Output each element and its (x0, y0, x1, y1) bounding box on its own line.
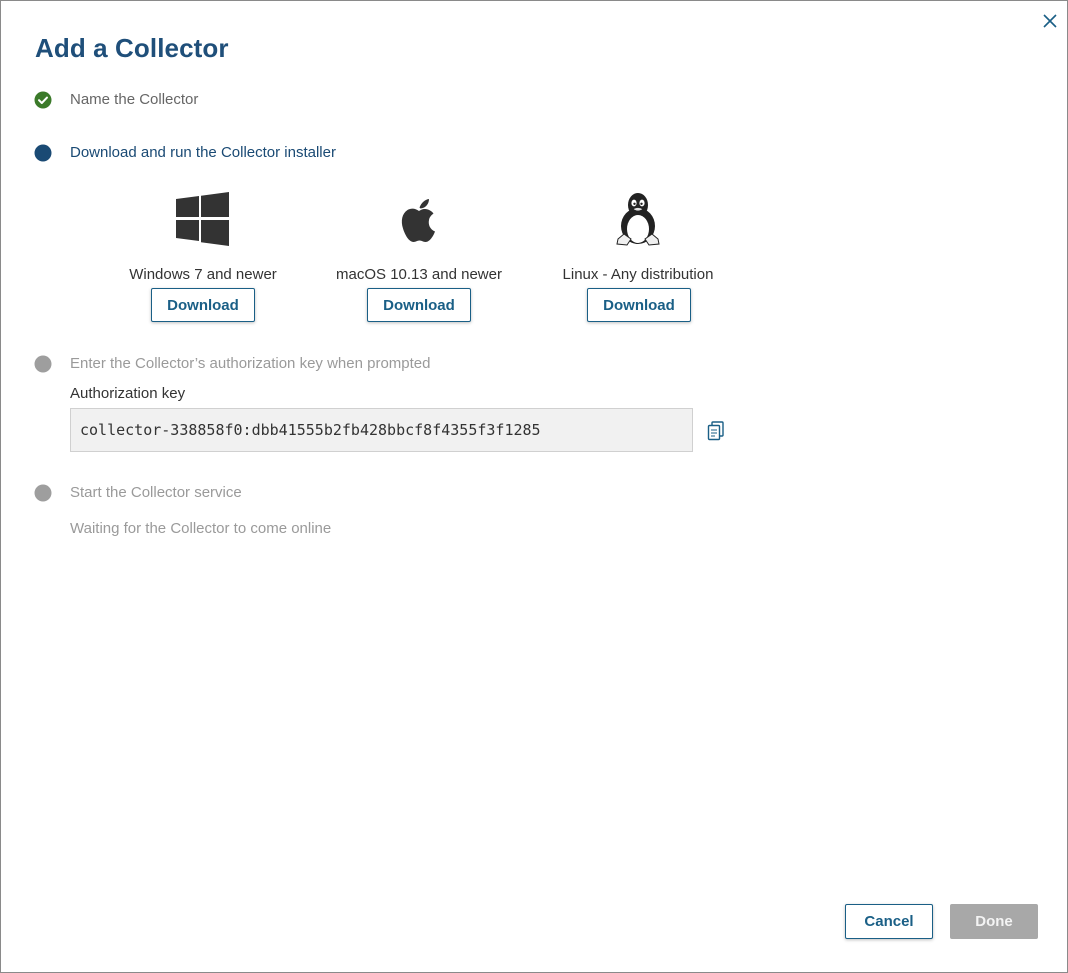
pending-step-icon (34, 355, 52, 373)
waiting-status-text: Waiting for the Collector to come online (70, 520, 332, 537)
dialog-title: Add a Collector (35, 33, 229, 63)
download-option-macos: macOS 10.13 and newer Download (319, 192, 519, 322)
apple-logo-icon (401, 199, 435, 242)
step-start-collector-service: Start the Collector service (70, 484, 242, 501)
download-linux-button[interactable]: Download (587, 288, 691, 322)
authorization-key-field[interactable]: collector-338858f0:dbb41555b2fb428bbcf8f… (70, 408, 693, 452)
copy-icon[interactable] (707, 421, 725, 441)
step-download-installer: Download and run the Collector installer (70, 144, 336, 161)
os-name-linux: Linux - Any distribution (562, 266, 714, 283)
linux-tux-icon (616, 193, 660, 246)
windows-logo-icon (176, 192, 229, 246)
add-collector-dialog: Add a Collector Name the Collector Downl… (0, 0, 1068, 973)
download-macos-button[interactable]: Download (367, 288, 471, 322)
download-option-linux: Linux - Any distribution Download (538, 192, 738, 322)
os-name-macos: macOS 10.13 and newer (336, 266, 502, 283)
step-enter-authorization-key: Enter the Collector’s authorization key … (70, 355, 431, 372)
download-option-windows: Windows 7 and newer Download (103, 192, 303, 322)
step-name-collector: Name the Collector (70, 91, 199, 108)
close-icon[interactable] (1042, 13, 1058, 29)
done-button[interactable]: Done (950, 904, 1038, 939)
check-circle-icon (34, 91, 52, 109)
cancel-button[interactable]: Cancel (845, 904, 933, 939)
authorization-key-label: Authorization key (70, 385, 186, 402)
pending-step-icon (34, 484, 52, 502)
active-step-icon (34, 144, 52, 162)
os-name-windows: Windows 7 and newer (129, 266, 277, 283)
download-windows-button[interactable]: Download (151, 288, 255, 322)
